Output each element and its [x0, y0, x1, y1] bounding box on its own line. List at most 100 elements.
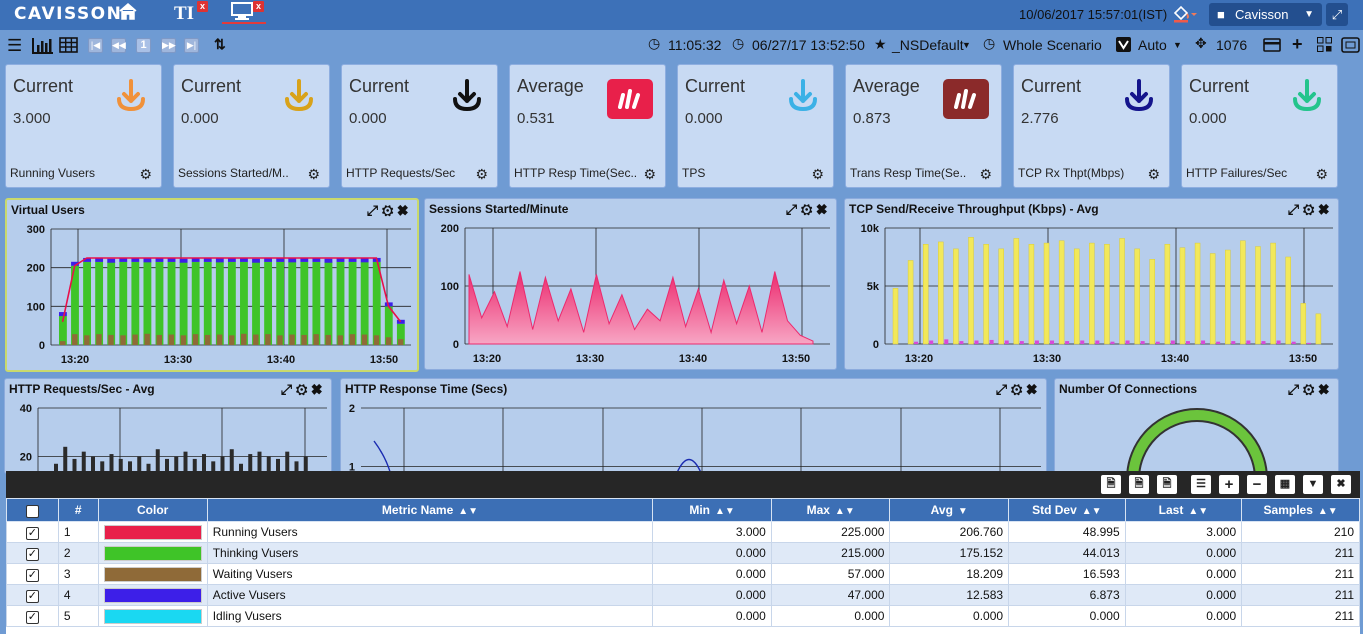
close-icon[interactable]: ✖ — [1318, 381, 1333, 397]
caret-down-icon[interactable]: ▼ — [962, 40, 971, 50]
row-select-cell[interactable]: ✓ — [6, 584, 59, 606]
table-row[interactable]: ✓ 3 Waiting Vusers 0.000 57.000 18.209 16.593 0… — [6, 563, 1360, 585]
close-icon[interactable]: ✖ — [397, 202, 412, 218]
gear-icon[interactable]: ⚙ — [643, 166, 656, 183]
list-icon[interactable]: ☰ — [1191, 475, 1211, 494]
row-checkbox[interactable]: ✓ — [25, 589, 39, 603]
row-checkbox[interactable]: ✓ — [25, 568, 39, 582]
scenario-select[interactable]: Whole Scenario — [1003, 37, 1102, 53]
kpi-card[interactable]: Average 0.873 Trans Resp Time(Se.. ⚙ — [845, 64, 1002, 188]
column-header-std-dev[interactable]: Std Dev ▲▼ — [1008, 498, 1126, 522]
gear-icon[interactable]: ⚙ — [1147, 166, 1160, 183]
color-swatch[interactable] — [103, 524, 202, 540]
close-icon[interactable]: ✖ — [1318, 201, 1333, 217]
fullscreen-button[interactable]: ⤢ — [1326, 3, 1348, 26]
user-menu-button[interactable]: ■ Cavisson ▼ — [1209, 3, 1322, 26]
column-header-metric-name[interactable]: Metric Name ▲▼ — [206, 498, 654, 522]
gear-icon[interactable]: ⚙ — [801, 201, 816, 217]
columns-icon[interactable]: ▦ — [1275, 475, 1295, 494]
kpi-card[interactable]: Current 0.000 TPS ⚙ — [677, 64, 834, 188]
color-swatch[interactable] — [103, 545, 202, 561]
kpi-card[interactable]: Current 0.000 HTTP Failures/Sec ⚙ — [1181, 64, 1338, 188]
row-select-cell[interactable]: ✓ — [6, 563, 59, 585]
caret-down-icon[interactable]: ▼ — [1173, 40, 1182, 50]
kpi-card[interactable]: Current 0.000 Sessions Started/M.. ⚙ — [173, 64, 330, 188]
gear-icon[interactable]: ⚙ — [811, 166, 824, 183]
home-icon[interactable] — [118, 2, 138, 20]
card-icon[interactable] — [1263, 38, 1281, 52]
column-header-max[interactable]: Max ▲▼ — [770, 498, 891, 522]
color-swatch[interactable] — [103, 566, 202, 582]
select-all-checkbox[interactable]: ✓ — [25, 504, 39, 518]
gear-icon[interactable]: ⚙ — [382, 202, 397, 218]
color-swatch[interactable] — [103, 587, 202, 603]
color-swatch[interactable] — [103, 608, 202, 624]
menu-icon[interactable]: ☰ — [7, 36, 22, 56]
favorite-select[interactable]: _NSDefault — [892, 37, 964, 53]
kpi-card[interactable]: Current 3.000 Running Vusers ⚙ — [5, 64, 162, 188]
gear-icon[interactable]: ⚙ — [1303, 381, 1318, 397]
export-word-icon[interactable]: 🗎 — [1157, 475, 1177, 494]
dock-icon[interactable] — [1341, 37, 1360, 53]
close-icon[interactable]: ✖ — [1331, 475, 1351, 494]
bar-chart-toggle-icon[interactable] — [32, 37, 54, 54]
gear-icon[interactable]: ⚙ — [139, 166, 152, 183]
first-page-button[interactable]: |◀ — [88, 38, 103, 53]
table-row[interactable]: ✓ 1 Running Vusers 3.000 225.000 206.760 48.99… — [6, 521, 1360, 543]
gear-icon[interactable]: ⚙ — [979, 166, 992, 183]
add-icon[interactable]: + — [1219, 475, 1239, 494]
row-select-cell[interactable]: ✓ — [6, 605, 59, 627]
row-checkbox[interactable]: ✓ — [25, 547, 39, 561]
qr-icon[interactable] — [1317, 37, 1332, 52]
gear-icon[interactable]: ⚙ — [1011, 381, 1026, 397]
close-icon[interactable]: ✖ — [311, 381, 326, 397]
table-row[interactable]: ✓ 2 Thinking Vusers 0.000 215.000 175.152 44.0… — [6, 542, 1360, 564]
monitor-tab-icon[interactable] — [230, 1, 254, 21]
close-icon[interactable]: ✖ — [1026, 381, 1041, 397]
expand-icon[interactable]: ⤢ — [1288, 381, 1303, 397]
table-row[interactable]: ✓ 4 Active Vusers 0.000 47.000 12.583 6.873 0.0… — [6, 584, 1360, 606]
export-excel-icon[interactable]: 🗎 — [1129, 475, 1149, 494]
row-select-cell[interactable]: ✓ — [6, 542, 59, 564]
last-page-button[interactable]: ▶| — [184, 38, 199, 53]
filter-icon[interactable]: ▼ — [1303, 475, 1323, 494]
kpi-card[interactable]: Current 0.000 HTTP Requests/Sec ⚙ — [341, 64, 498, 188]
kpi-card[interactable]: Current 2.776 TCP Rx Thpt(Mbps) ⚙ — [1013, 64, 1170, 188]
close-tab-icon[interactable]: x — [197, 1, 208, 12]
expand-icon[interactable]: ⤢ — [1288, 201, 1303, 217]
table-row[interactable]: ✓ 5 Idling Vusers 0.000 0.000 0.000 0.000 0.000… — [6, 605, 1360, 627]
export-pdf-icon[interactable]: 🗎 — [1101, 475, 1121, 494]
expand-icon[interactable]: ⤢ — [281, 381, 296, 397]
table-icon[interactable] — [59, 37, 78, 53]
paint-bucket-icon[interactable] — [1172, 5, 1198, 23]
next-page-button[interactable]: ▶▶ — [161, 38, 176, 53]
kpi-card[interactable]: Average 0.531 HTTP Resp Time(Sec.. ⚙ — [509, 64, 666, 188]
select-all-header[interactable]: ✓ — [6, 498, 59, 522]
row-checkbox[interactable]: ✓ — [25, 526, 39, 540]
gear-icon[interactable]: ⚙ — [1303, 201, 1318, 217]
column-header-num[interactable]: # — [57, 498, 99, 522]
row-select-cell[interactable]: ✓ — [6, 521, 59, 543]
column-header-last[interactable]: Last ▲▼ — [1124, 498, 1243, 522]
column-header-color[interactable]: Color — [97, 498, 208, 522]
expand-icon[interactable]: ⤢ — [367, 202, 382, 218]
remove-icon[interactable]: − — [1247, 475, 1267, 494]
expand-icon[interactable]: ⤢ — [996, 381, 1011, 397]
sort-icon[interactable]: ⇅ — [214, 36, 226, 53]
gear-icon[interactable]: ⚙ — [307, 166, 320, 183]
expand-icon[interactable]: ⤢ — [786, 201, 801, 217]
row-checkbox[interactable]: ✓ — [25, 610, 39, 624]
previous-page-button[interactable]: ◀◀ — [111, 38, 126, 53]
star-icon[interactable]: ★ — [874, 36, 887, 53]
mode-select[interactable]: Auto — [1138, 37, 1167, 53]
gear-icon[interactable]: ⚙ — [296, 381, 311, 397]
close-icon[interactable]: ✖ — [816, 201, 831, 217]
gear-icon[interactable]: ⚙ — [1315, 166, 1328, 183]
column-header-samples[interactable]: Samples ▲▼ — [1241, 498, 1360, 522]
add-icon[interactable]: + — [1292, 34, 1303, 55]
gear-icon[interactable]: ⚙ — [475, 166, 488, 183]
close-tab-icon[interactable]: x — [253, 1, 264, 12]
bar — [1134, 248, 1140, 345]
column-header-avg[interactable]: Avg ▼ — [889, 498, 1010, 522]
column-header-min[interactable]: Min ▲▼ — [652, 498, 772, 522]
